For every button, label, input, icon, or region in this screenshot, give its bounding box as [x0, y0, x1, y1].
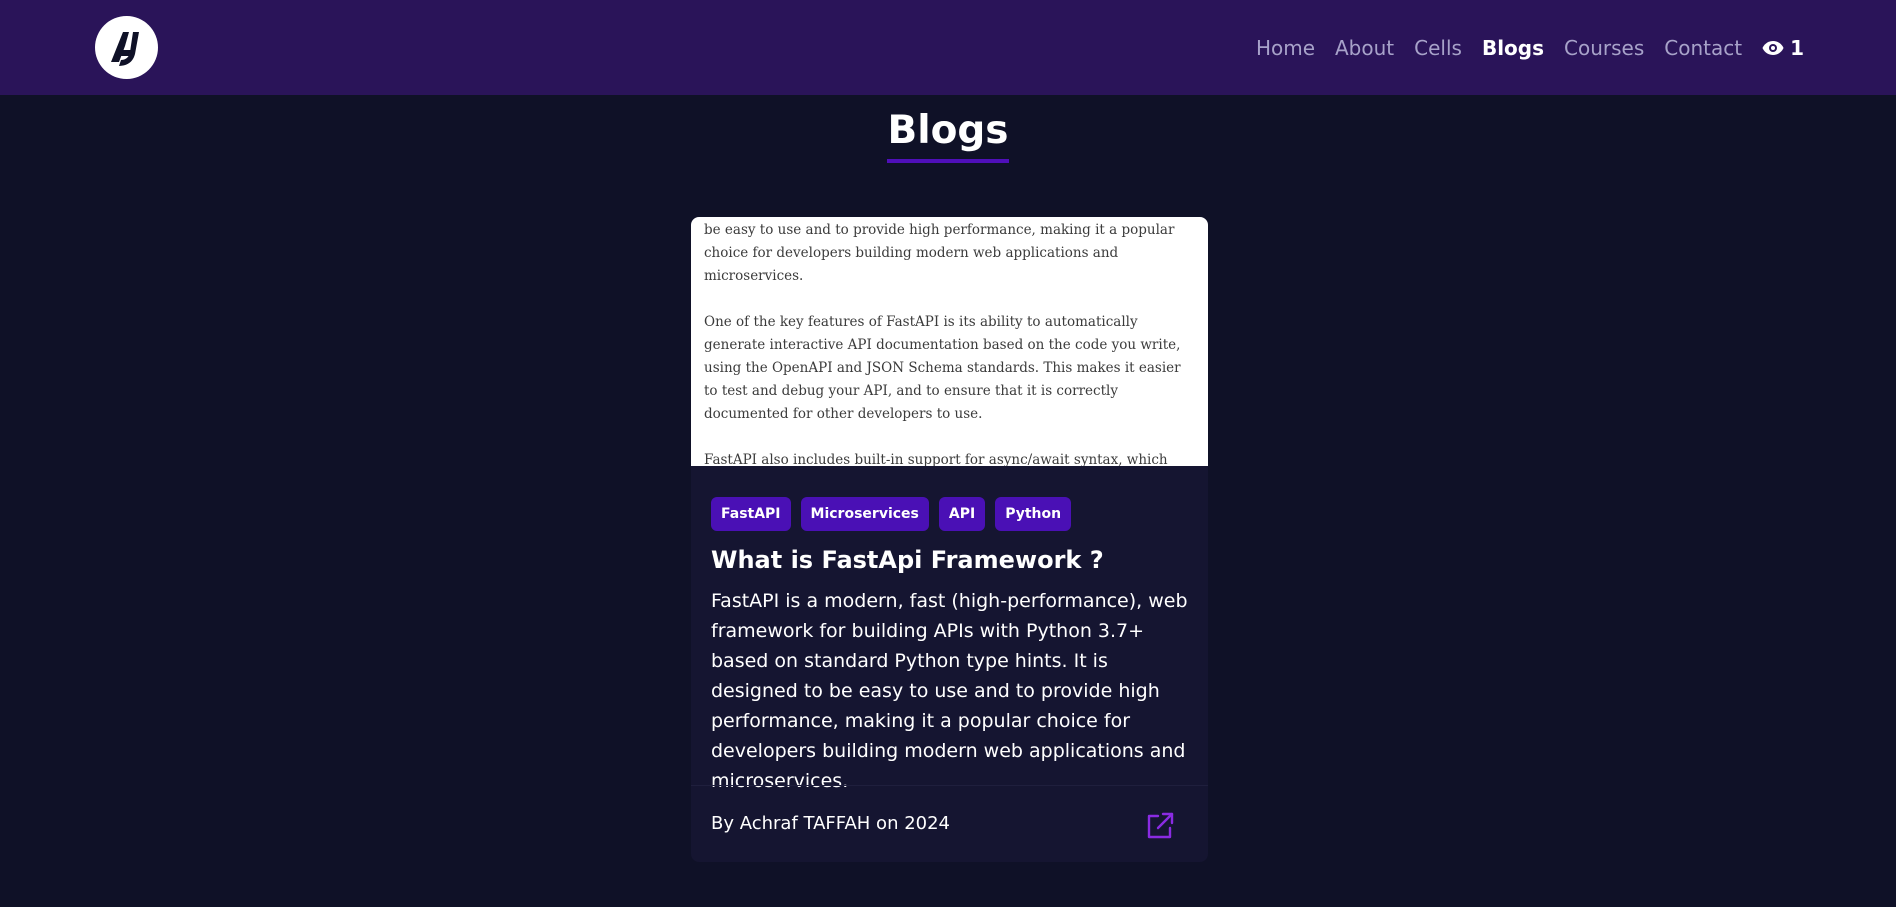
nav-blogs[interactable]: Blogs — [1482, 36, 1544, 60]
tag-list: FastAPI Microservices API Python — [711, 497, 1072, 531]
tag-api[interactable]: API — [938, 497, 986, 531]
blog-description: FastAPI is a modern, fast (high-performa… — [711, 590, 1188, 792]
view-counter: 1 — [1762, 36, 1804, 60]
preview-paragraph: FastAPI also includes built-in support f… — [704, 452, 1168, 466]
blog-card: be easy to use and to provide high perfo… — [691, 217, 1208, 862]
preview-paragraph: be easy to use and to provide high perfo… — [704, 222, 1175, 284]
blog-byline: By Achraf TAFFAH on 2024 — [711, 813, 951, 834]
top-navbar: Home About Cells Blogs Courses Contact 1 — [0, 0, 1896, 95]
blog-preview-text: be easy to use and to provide high perfo… — [704, 219, 1196, 466]
external-link-icon — [1147, 812, 1174, 839]
nav-about[interactable]: About — [1335, 36, 1394, 60]
view-count: 1 — [1790, 35, 1804, 60]
nav-courses[interactable]: Courses — [1564, 36, 1644, 60]
preview-paragraph: One of the key features of FastAPI is it… — [704, 314, 1181, 422]
nav-home[interactable]: Home — [1256, 36, 1315, 60]
blog-title[interactable]: What is FastApi Framework ? — [711, 546, 1104, 574]
tag-microservices[interactable]: Microservices — [800, 497, 929, 531]
nav-cells[interactable]: Cells — [1414, 36, 1462, 60]
site-logo[interactable] — [95, 16, 158, 79]
blog-preview-image: be easy to use and to provide high perfo… — [691, 217, 1208, 466]
aj-logo-icon — [110, 31, 139, 66]
tag-fastapi[interactable]: FastAPI — [711, 497, 791, 531]
nav-contact[interactable]: Contact — [1664, 36, 1742, 60]
tag-python[interactable]: Python — [995, 497, 1072, 531]
eye-icon — [1762, 40, 1784, 55]
main-nav: Home About Cells Blogs Courses Contact 1 — [1256, 0, 1804, 95]
page-title: Blogs — [887, 108, 1009, 163]
page-title-wrapper: Blogs — [0, 108, 1896, 163]
card-divider — [691, 785, 1208, 786]
open-blog-button[interactable] — [1145, 811, 1175, 841]
